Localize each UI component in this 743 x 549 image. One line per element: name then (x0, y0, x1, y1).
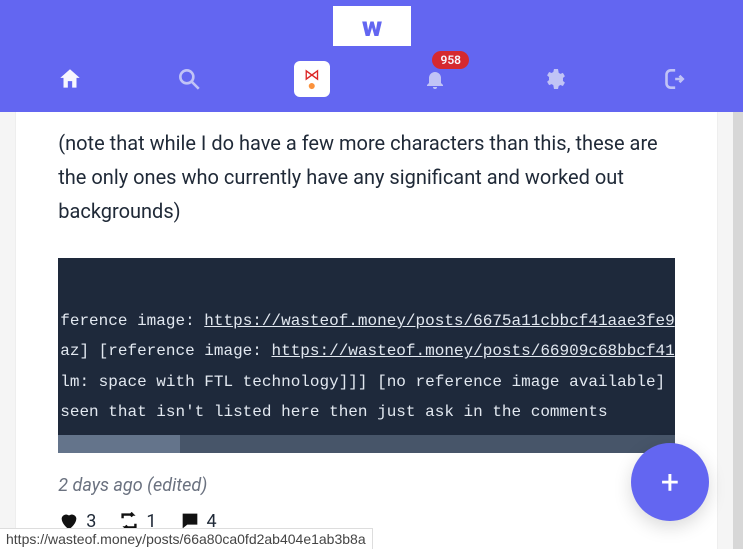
post-body-text: (note that while I do have a few more ch… (58, 112, 675, 228)
logout-icon[interactable] (659, 65, 687, 93)
notifications-icon[interactable]: 958 (421, 65, 449, 93)
new-post-button[interactable]: + (631, 443, 709, 521)
code-link-1[interactable]: https://wasteof.money/posts/6675a11cbbcf… (204, 312, 674, 330)
post-card: (note that while I do have a few more ch… (15, 112, 718, 549)
top-header: w ⋈ ● 958 (0, 0, 743, 112)
settings-icon[interactable] (540, 65, 568, 93)
logo[interactable]: w (333, 6, 411, 46)
code-scrollbar-thumb[interactable] (58, 435, 180, 453)
search-icon[interactable] (175, 65, 203, 93)
browser-status-bar: https://wasteof.money/posts/66a80ca0fd2a… (0, 528, 373, 549)
nav-bar: ⋈ ● 958 (0, 46, 743, 112)
code-scrollbar[interactable] (58, 435, 675, 453)
home-icon[interactable] (56, 65, 84, 93)
code-link-2[interactable]: https://wasteof.money/posts/66909c68bbcf… (271, 342, 674, 360)
post-timestamp: 2 days ago (edited) (58, 475, 675, 496)
page-scrollbar[interactable] (733, 112, 743, 549)
notification-badge: 958 (432, 51, 469, 69)
content-area: (note that while I do have a few more ch… (0, 112, 733, 549)
explore-tab[interactable]: ⋈ ● (294, 61, 330, 97)
code-block: ference image: https://wasteof.money/pos… (58, 258, 675, 453)
